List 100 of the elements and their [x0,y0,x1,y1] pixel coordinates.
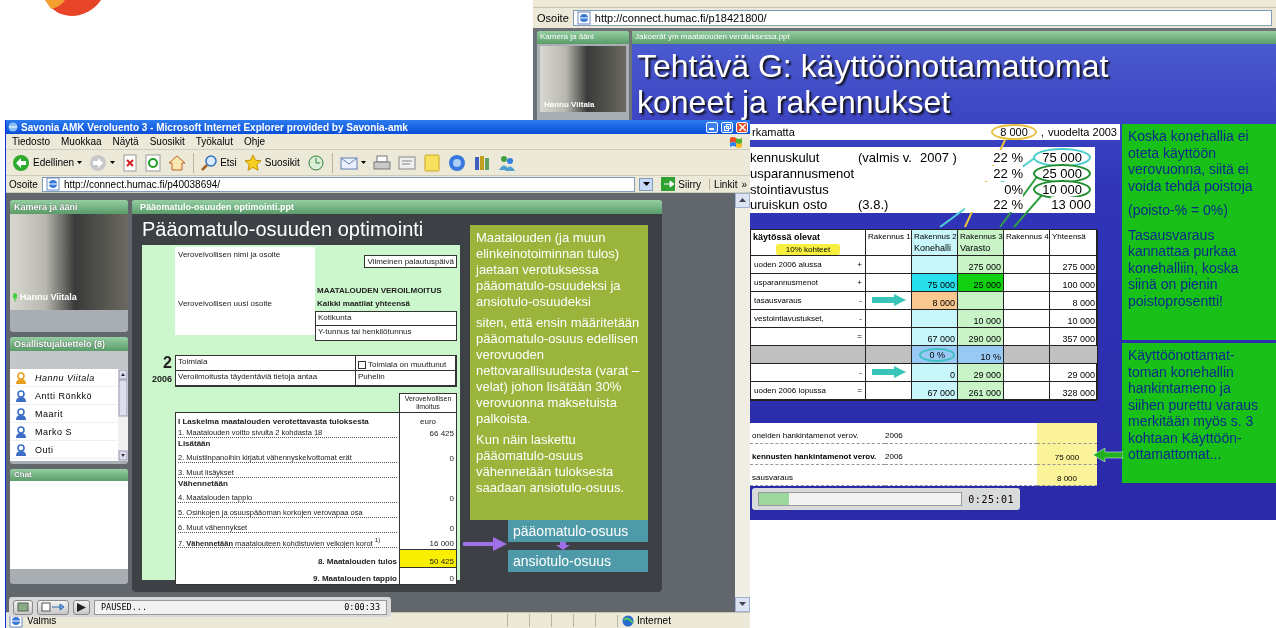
line-value: 66 425 [399,424,457,439]
address-field[interactable]: http://connect.humac.fi/p18421800/ [572,10,1272,26]
line-heading: Lisätään [175,439,399,449]
amount: 75 000 [1033,148,1091,167]
line-value: 0 [399,519,457,534]
star-icon [243,153,262,172]
sign: = [857,332,862,341]
search-button[interactable]: Etsi [199,151,239,174]
favorites-button[interactable]: Suosikit [241,151,302,174]
column-title: Rakennus 2 [914,232,955,241]
restore-icon [723,123,731,131]
participant-item[interactable]: Hannu Viitala [10,369,118,387]
amount: 25 000 [1033,164,1091,183]
document-icon [397,153,416,172]
menu-item[interactable]: Suosikit [149,136,185,147]
line-value: 50 425 [399,549,457,567]
caret-icon [360,160,366,165]
column-title: Yhteensä [1052,232,1087,241]
table-cell: 29 000 [1050,364,1098,382]
dropdown-button[interactable] [639,177,654,191]
menu-item[interactable]: Työkalut [195,136,233,147]
panel-title: Osallistujaluettelo (8) [10,337,128,351]
form-field: Y-tunnus tai henkilötunnus [315,326,457,341]
back-button[interactable]: Edellinen [10,151,85,174]
export-button[interactable] [37,599,69,615]
minimize-button[interactable] [706,121,718,133]
maximize-button[interactable] [721,121,733,133]
go-button[interactable]: Siirry [657,177,706,191]
sign: = [857,386,862,395]
close-icon [738,123,746,131]
line-value: 0 [399,449,457,464]
books-icon [472,153,491,172]
amount: 8 000 [991,124,1037,140]
close-icon [122,153,139,172]
slide-title: koneet ja rakennukset [637,84,952,120]
separator: , [1040,126,1044,138]
square-icon [17,602,29,612]
form-year: 2006 [151,374,172,384]
table-cell: 75 000 [912,274,958,292]
window-title: Savonia AMK Veroluento 3 - Microsoft Internet Explorer provided by Savonia-amk [21,121,409,133]
logo-icon [45,0,101,16]
presenter-name: Hannu Viitala [20,292,77,302]
callout-text: Tasausvaraus kannattaa purkaa konehalliin, koska siinä on pienin poistoprosentti! [1128,226,1240,309]
slide-title: Tehtävä G: käyttöönottamattomat [637,48,1110,84]
table-cell: 67 000 [912,328,958,346]
more-button[interactable]: » [741,178,747,190]
panel-title: Pääomatulo-osuuden optimointi.ppt [132,200,662,214]
form-field: Kotikunta [315,311,457,326]
refresh-button[interactable] [143,151,164,174]
close-button[interactable] [736,121,748,133]
caret-icon [77,160,83,165]
column-subtitle: Konehalli [914,243,953,253]
line-value: 0 [399,489,457,504]
line-label: 8. Maatalouden tulos [175,549,399,567]
links-button[interactable]: Linkit [709,178,738,190]
clock-icon [306,153,325,172]
down-arrow-icon [556,542,570,550]
row-label: vestointiavustukset, [754,314,824,323]
table-cell [1004,364,1050,382]
home-icon [168,153,187,172]
table-cell: 8 000 [912,292,958,310]
row-label: uoden 2006 alussa [754,260,822,269]
line-heading: Vähennetään [175,479,399,489]
participant-item[interactable]: Outi [10,441,118,459]
sign: - [859,314,862,323]
slide-title: Pääomatulo-osuuden optimointi [142,217,425,242]
page-icon [45,177,60,191]
checkbox[interactable] [358,361,366,369]
menu-item[interactable]: Ohje [243,136,266,147]
caret-icon [642,182,650,186]
seek-track[interactable] [758,492,963,506]
column-title: Rakennus 3 [960,232,1001,241]
address-field[interactable]: http://connect.humac.fi/p40038694/ [41,176,636,192]
participant-item[interactable]: Marko S [10,423,118,441]
panel-title: Jakoerät ym maatalouden verotuksessa.ppt [632,31,1276,44]
table-cell: 275 000 [1050,256,1098,274]
table-cell: 10 000 [958,310,1004,328]
globe-icon [447,153,466,172]
form-heading: MAATALOUDEN VEROILMOITUS [316,286,443,295]
page-number: 2 [163,355,172,371]
menu-item[interactable]: Näytä [112,136,139,147]
callout-text: Maatalouden (ja muun elinkeinotoiminnan tulos) jaetaan verotuksessa pääomatulo-osuudeksi ja ansiotulo-osuudeksi [476,230,622,310]
arrow-icon [871,366,906,378]
circled-value: 0 % [919,348,955,362]
table-cell [1004,274,1050,292]
result-label: ansiotulo-osuus [508,550,648,572]
table-cell: 75 000 [1037,444,1097,465]
arrow-icon [871,294,906,306]
sign: - [859,296,862,305]
form-field: Puhelin [356,371,456,386]
participant-item[interactable]: Antti Rönkkö [10,387,118,405]
menu-item[interactable]: Muokkaa [61,136,102,147]
menu-item[interactable]: Tiedosto [12,136,50,147]
participant-item[interactable]: Maarit [10,405,118,423]
row-note: vuodelta 2003 [1047,126,1117,138]
table-cell: 10 000 [1050,310,1098,328]
people-icon [497,153,516,172]
stop-button[interactable] [13,599,33,615]
play-button[interactable] [73,599,90,615]
table-cell: 8 000 [1037,465,1097,486]
